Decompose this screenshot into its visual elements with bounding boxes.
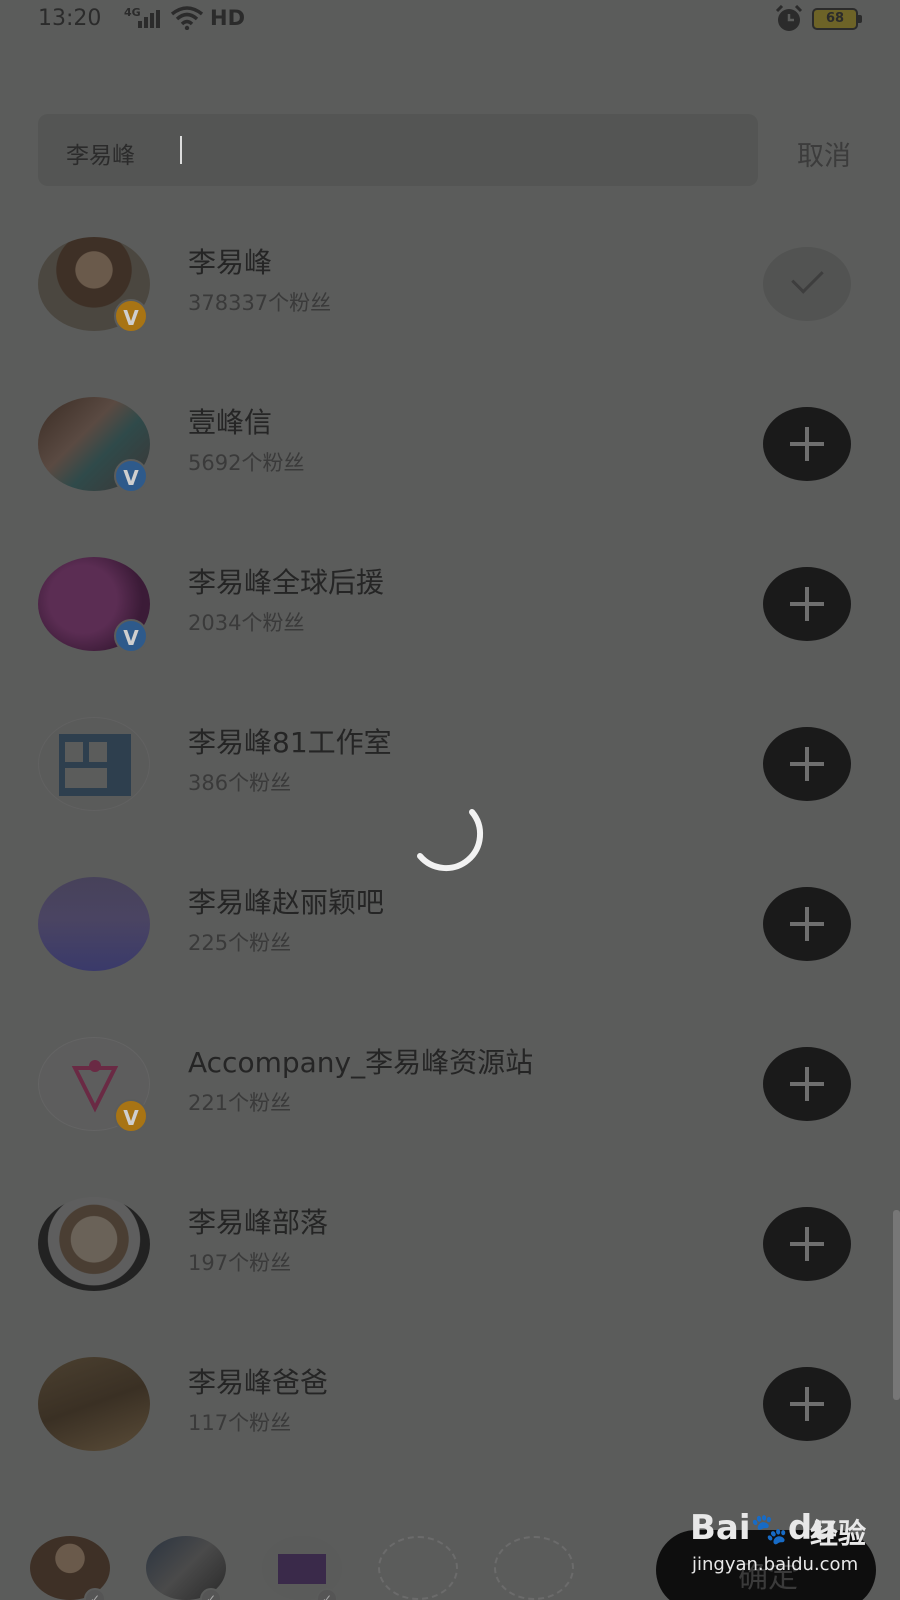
follow-plus-button[interactable] xyxy=(763,727,851,801)
list-item[interactable]: V 壹峰信 5692个粉丝 xyxy=(0,385,900,545)
list-item[interactable]: 李易峰爸爸 117个粉丝 xyxy=(0,1345,900,1505)
list-item[interactable]: V 李易峰全球后援 2034个粉丝 xyxy=(0,545,900,705)
follow-plus-button[interactable] xyxy=(763,1367,851,1441)
status-time: 13:20 xyxy=(38,6,102,31)
battery-icon: 68 xyxy=(812,8,862,30)
selected-avatar[interactable]: ✓ xyxy=(30,1536,110,1600)
fans-count: 2034个粉丝 xyxy=(188,611,305,635)
account-name: 李易峰赵丽颖吧 xyxy=(188,886,385,919)
follow-plus-button[interactable] xyxy=(763,567,851,641)
wifi-icon xyxy=(170,6,204,30)
fans-count: 197个粉丝 xyxy=(188,1251,292,1275)
studio-logo-icon xyxy=(59,734,131,796)
selected-avatar[interactable]: ✓ xyxy=(146,1536,226,1600)
fans-count: 386个粉丝 xyxy=(188,771,292,795)
account-name: 李易峰爸爸 xyxy=(188,1366,329,1399)
cancel-button[interactable]: 取消 xyxy=(797,134,851,173)
loading-spinner-icon xyxy=(417,809,484,872)
battery-level: 68 xyxy=(825,11,845,26)
status-bar: 13:20 4G HD 68 xyxy=(0,0,900,40)
avatar: V xyxy=(38,1037,150,1133)
account-name: 李易峰部落 xyxy=(188,1206,329,1239)
check-icon: ✓ xyxy=(316,1588,338,1600)
alarm-icon xyxy=(775,5,803,31)
account-name: Accompany_李易峰资源站 xyxy=(188,1046,534,1079)
fans-count: 117个粉丝 xyxy=(188,1411,292,1435)
account-name: 李易峰 xyxy=(188,246,273,279)
fans-count: 5692个粉丝 xyxy=(188,451,305,475)
selected-avatar[interactable]: ✓ xyxy=(262,1536,342,1600)
text-cursor xyxy=(180,136,182,164)
paw-icon: 🐾 xyxy=(750,1512,788,1547)
search-input[interactable]: 李易峰 xyxy=(38,114,758,186)
list-item[interactable]: 李易峰部落 197个粉丝 xyxy=(0,1185,900,1345)
follow-plus-button[interactable] xyxy=(763,1207,851,1281)
fans-count: 378337个粉丝 xyxy=(188,291,332,315)
avatar: V xyxy=(38,397,150,493)
empty-slot xyxy=(378,1536,458,1600)
baidu-jingyan-watermark: Bai🐾du 经验 jingyan.baidu.com xyxy=(690,1500,890,1580)
check-icon: ✓ xyxy=(84,1588,106,1600)
list-item[interactable]: 李易峰赵丽颖吧 225个粉丝 xyxy=(0,865,900,1025)
fans-count: 221个粉丝 xyxy=(188,1091,292,1115)
account-name: 李易峰81工作室 xyxy=(188,726,392,759)
avatar xyxy=(38,717,150,811)
list-item[interactable]: V Accompany_李易峰资源站 221个粉丝 xyxy=(0,1025,900,1185)
empty-slot xyxy=(494,1536,574,1600)
verified-badge-icon: V xyxy=(114,299,148,333)
followed-check-button[interactable] xyxy=(763,247,851,321)
scrollbar[interactable] xyxy=(893,1210,900,1400)
watermark-cn: 经验 xyxy=(810,1517,867,1550)
verified-badge-icon: V xyxy=(114,1099,148,1133)
list-item[interactable]: V 李易峰 378337个粉丝 xyxy=(0,225,900,385)
avatar xyxy=(38,1197,150,1291)
account-name: 李易峰全球后援 xyxy=(188,566,385,599)
follow-plus-button[interactable] xyxy=(763,1047,851,1121)
search-input-value: 李易峰 xyxy=(66,143,135,169)
verified-badge-icon: V xyxy=(114,459,148,493)
check-icon: ✓ xyxy=(200,1588,222,1600)
verified-badge-icon: V xyxy=(114,619,148,653)
hd-indicator: HD xyxy=(210,6,246,30)
follow-plus-button[interactable] xyxy=(763,887,851,961)
signal-icon xyxy=(138,10,160,28)
watermark-url: jingyan.baidu.com xyxy=(692,1554,859,1575)
avatar: V xyxy=(38,557,150,653)
follow-plus-button[interactable] xyxy=(763,407,851,481)
avatar xyxy=(38,877,150,971)
watermark-logo-part1: Bai xyxy=(690,1508,751,1548)
avatar: V xyxy=(38,237,150,333)
account-name: 壹峰信 xyxy=(188,406,273,439)
avatar xyxy=(38,1357,150,1451)
fans-count: 225个粉丝 xyxy=(188,931,292,955)
